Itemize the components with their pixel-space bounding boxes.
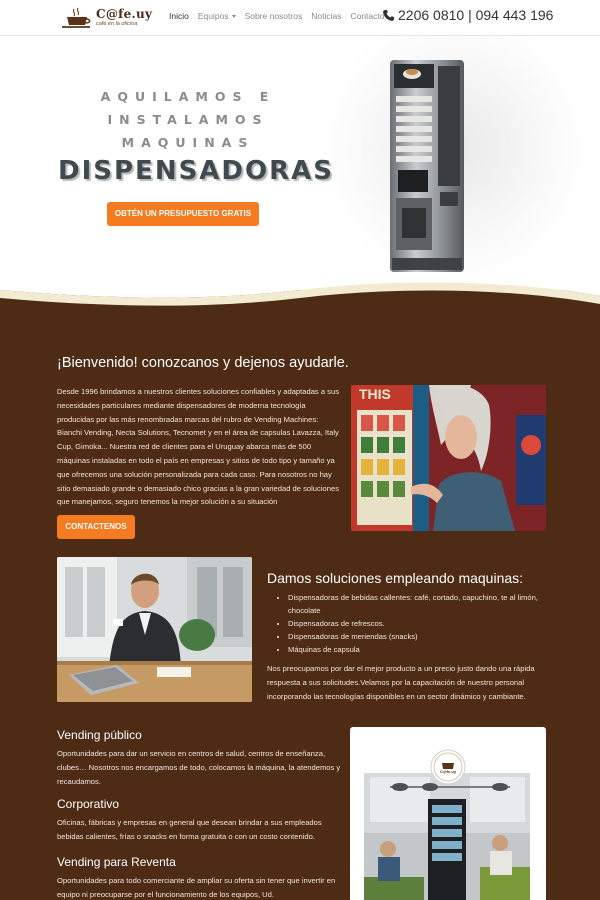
service-text-publico: Oportunidades para dar un servicio en ce…: [57, 749, 341, 786]
coffee-cup-icon: [62, 7, 91, 28]
logo-text: C@fe.uy: [96, 7, 153, 21]
vending-machine-image: [390, 60, 464, 272]
man-coffee-photo: [57, 557, 252, 702]
woman-vending-photo: THIS: [351, 385, 546, 531]
hero-line-2: INSTALAMOS: [107, 112, 269, 127]
service-title-publico: Vending público: [57, 728, 142, 742]
card-badge-text: C@fe.uy: [439, 769, 457, 774]
nav-equipos-dropdown[interactable]: Equipos: [198, 11, 236, 21]
solution-item: Máquinas de capsula: [288, 644, 540, 657]
nav-contacto[interactable]: Contacto: [350, 11, 384, 21]
main-nav: Inicio Equipos Sobre nosotros Noticias C…: [169, 11, 393, 21]
solution-item: Dispensadoras de bebidas callentes: café…: [288, 592, 540, 617]
top-navbar: C@fe.uy café en la oficina Inicio Equipo…: [0, 0, 600, 36]
solution-item: Dispensadoras de meriendas (snacks): [288, 631, 540, 644]
phone-icon: [383, 9, 395, 21]
hero-headline: DISPENSADORAS: [58, 156, 334, 186]
welcome-text: Desde 1996 brindamos a nuestros clientes…: [57, 387, 339, 507]
nav-inicio[interactable]: Inicio: [169, 11, 189, 21]
nav-equipos-label: Equipos: [197, 11, 229, 21]
quote-button[interactable]: OBTÉN UN PRESUPUESTO GRATIS: [107, 202, 259, 226]
logo-tagline: café en la oficina: [96, 21, 138, 27]
hero-line-3: MAQUINAS: [121, 135, 255, 150]
service-title-corporativo: Corporativo: [57, 797, 120, 811]
phone-numbers[interactable]: 2206 0810 | 094 443 196: [382, 7, 553, 23]
service-text-corporativo: Oficinas, fábricas y empresas en general…: [57, 818, 322, 841]
nav-sobre-nosotros[interactable]: Sobre nosotros: [245, 11, 303, 21]
nav-noticias[interactable]: Noticias: [311, 11, 341, 21]
solutions-title: Damos soluciones empleando maquinas:: [267, 570, 524, 586]
office-card: C@fe.uy: [350, 727, 546, 900]
phone-text: 2206 0810 | 094 443 196: [398, 7, 554, 23]
welcome-title: ¡Bienvenido! conozcanos y dejenos ayudar…: [57, 355, 349, 371]
service-text-reventa: Oportunidades para todo comerciante de a…: [57, 876, 336, 899]
hero-line-1: AQUILAMOS E: [100, 89, 276, 104]
contact-button[interactable]: CONTACTENOS: [57, 515, 135, 539]
service-title-reventa: Vending para Reventa: [57, 855, 176, 869]
solutions-list: Dispensadoras de bebidas callentes: café…: [278, 592, 540, 657]
site-logo[interactable]: C@fe.uy café en la oficina: [60, 5, 165, 31]
solution-item: Dispensadoras de refrescos.: [288, 618, 540, 631]
section-wave-divider: [0, 276, 600, 306]
solutions-text: Nos preocupamos por dar el mejor product…: [267, 664, 535, 701]
caret-down-icon: [231, 15, 236, 19]
hero-banner: AQUILAMOS E INSTALAMOS MAQUINAS DISPENSA…: [0, 36, 600, 306]
svg-text:THIS: THIS: [359, 386, 391, 402]
